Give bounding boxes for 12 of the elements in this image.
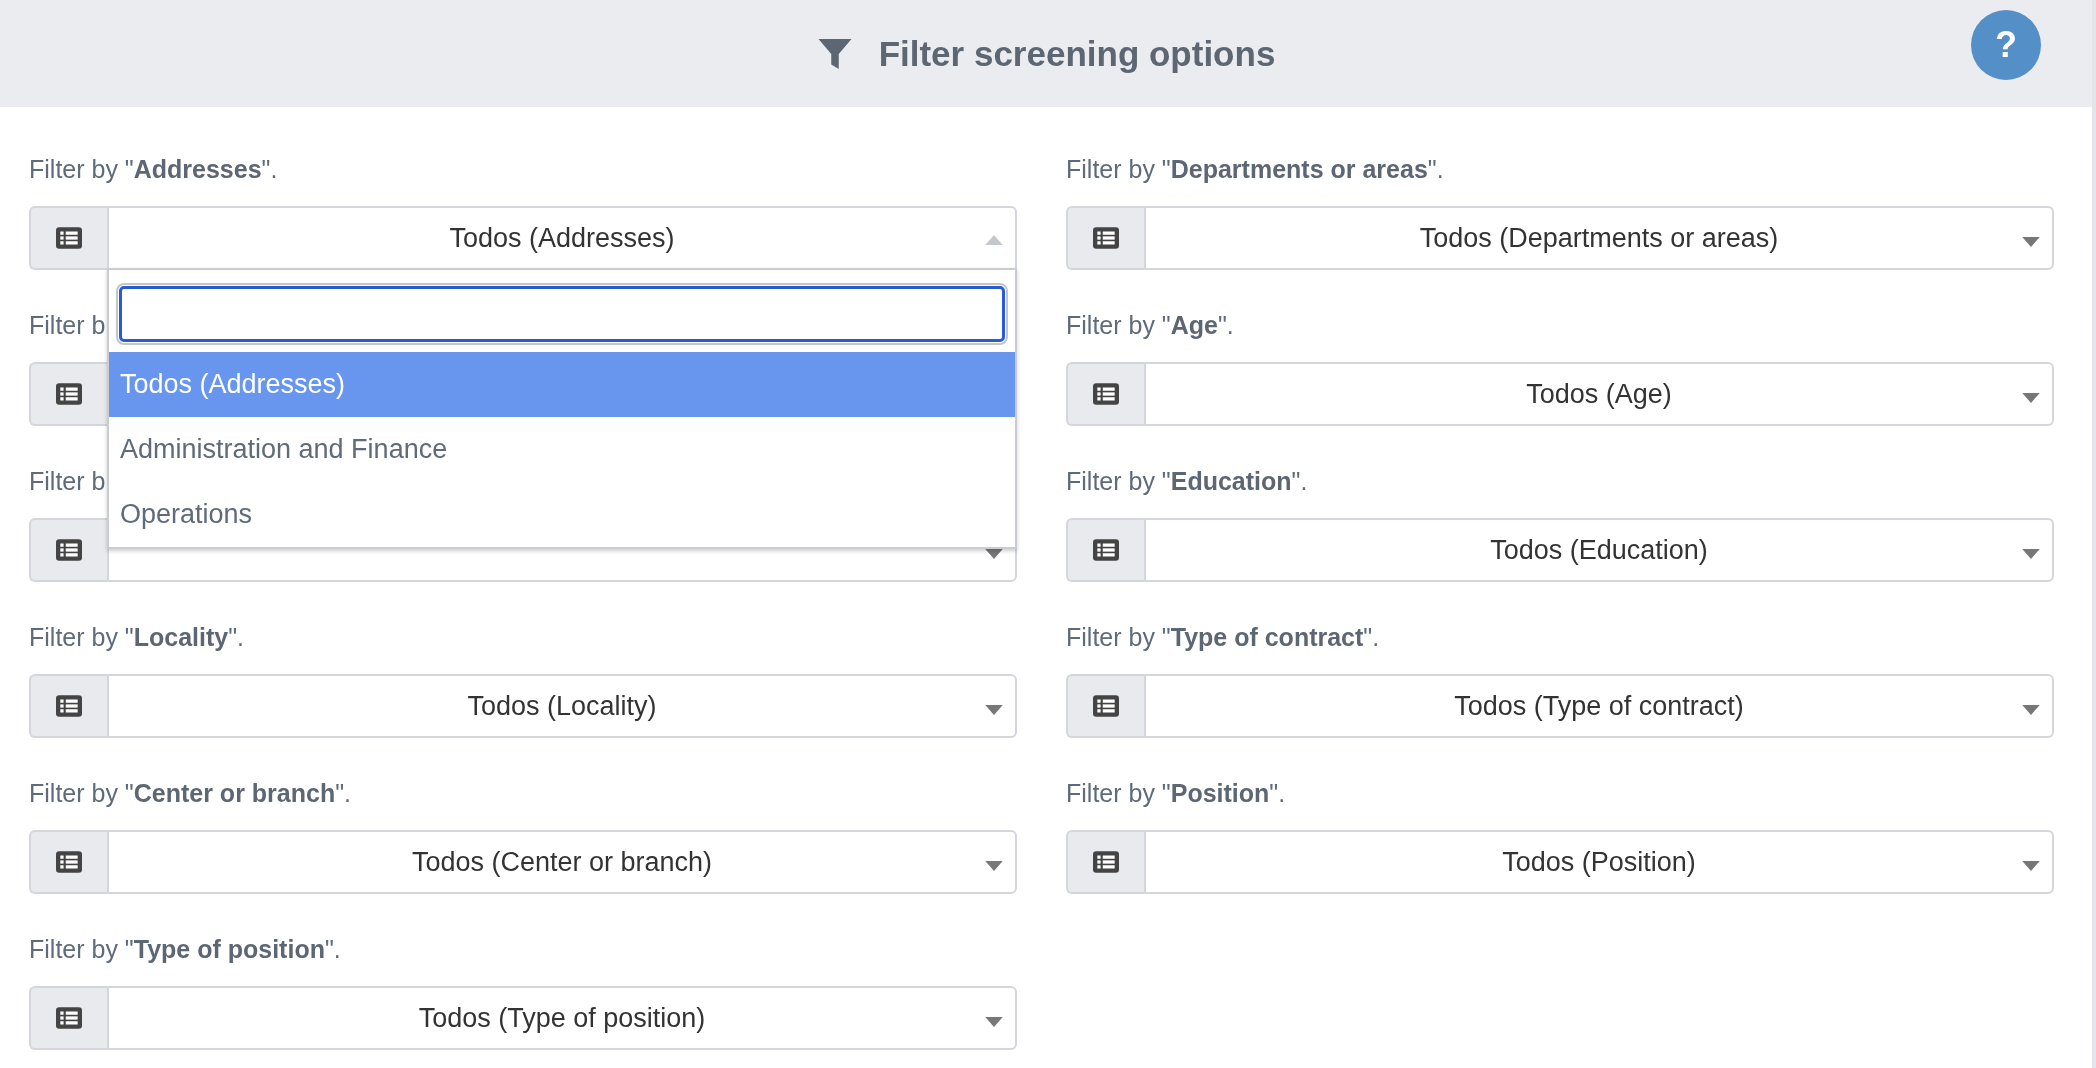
filter-label: Filter by "Position".	[1066, 778, 1286, 809]
filter-label: Filter by "Education".	[1066, 466, 1308, 497]
filter-label: Filter b	[29, 310, 106, 341]
filter-label: Filter b	[29, 466, 106, 497]
filter-label: Filter by "Age".	[1066, 310, 1234, 341]
page-title: Filter screening options	[878, 33, 1276, 74]
filter-label: Filter by "Departments or areas".	[1066, 154, 1444, 185]
filter-label: Filter by "Center or branch".	[29, 778, 351, 809]
filter-label: Filter by "Addresses".	[29, 154, 278, 185]
filter-label: Filter by "Locality".	[29, 622, 245, 653]
filter-label: Filter by "Type of position".	[29, 934, 341, 965]
filter-label: Filter by "Type of contract".	[1066, 622, 1380, 653]
